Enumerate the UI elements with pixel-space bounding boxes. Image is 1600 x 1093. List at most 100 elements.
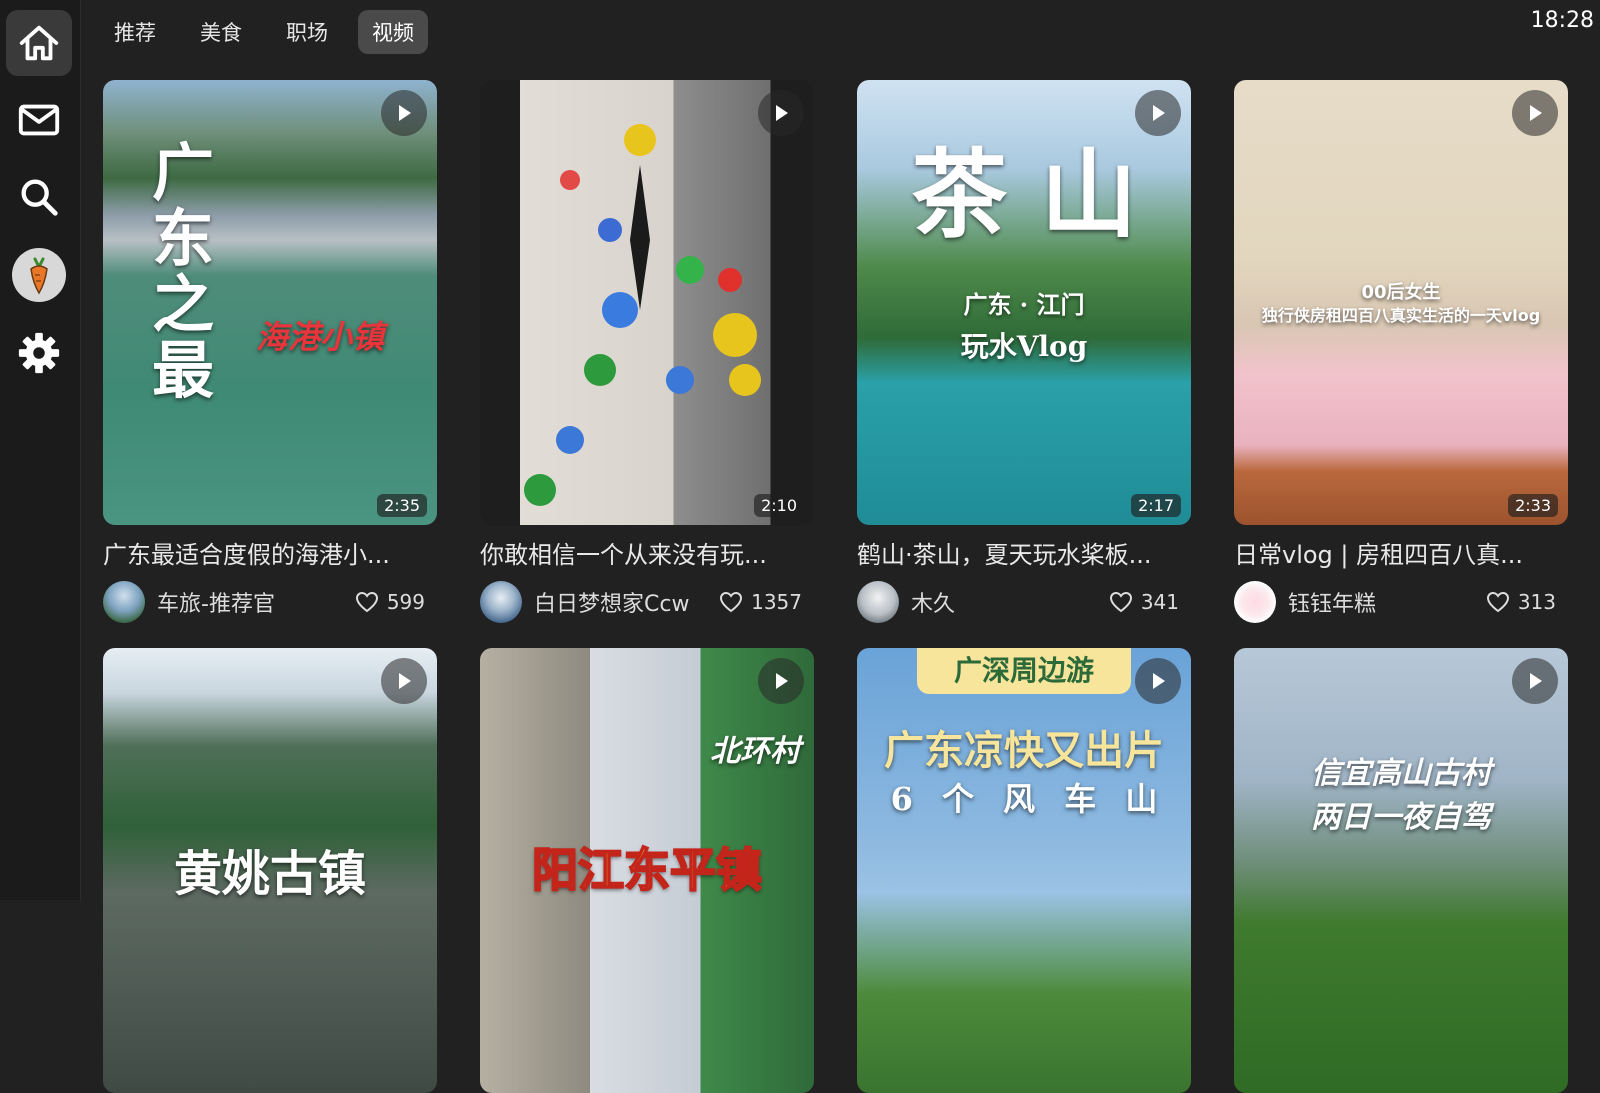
video-meta: 木久 341 — [857, 580, 1191, 624]
author-avatar[interactable] — [480, 581, 522, 623]
sidebar-item-mail[interactable] — [6, 87, 72, 153]
video-duration: 2:33 — [1508, 494, 1558, 517]
sidebar-item-profile[interactable] — [6, 242, 72, 308]
thumbnail-overlay-subtext: 独行侠房租四百八真实生活的一天vlog — [1261, 306, 1541, 325]
play-button[interactable] — [1135, 658, 1181, 704]
play-icon — [1153, 673, 1165, 689]
heart-icon — [1109, 591, 1132, 613]
video-title[interactable]: 日常vlog | 房租四百八真... — [1234, 535, 1568, 570]
sidebar-item-settings[interactable] — [6, 320, 72, 386]
video-thumbnail[interactable]: 00后女生 独行侠房租四百八真实生活的一天vlog 2:33 — [1234, 80, 1568, 525]
video-card[interactable]: 茶 山 广东 · 江门 玩水Vlog 2:17 鹤山·茶山，夏天玩水桨板... … — [857, 80, 1191, 624]
video-thumbnail[interactable]: 广深周边游 广东凉快又出片 6 个 风 车 山 — [857, 648, 1191, 1093]
search-icon — [21, 179, 58, 216]
video-thumbnail[interactable]: 黄姚古镇 — [103, 648, 437, 1093]
play-button[interactable] — [1512, 90, 1558, 136]
play-button[interactable] — [1135, 90, 1181, 136]
video-thumbnail[interactable]: 广东之最 海港小镇 2:35 — [103, 80, 437, 525]
video-title[interactable]: 广东最适合度假的海港小... — [103, 535, 437, 570]
heart-icon — [720, 591, 743, 613]
video-duration: 2:35 — [377, 494, 427, 517]
thumbnail-overlay-subtext: 两日一夜自驾 — [1311, 800, 1491, 835]
author-name[interactable]: 木久 — [911, 586, 1109, 618]
video-card[interactable]: 2:10 你敢相信一个从来没有玩... 白日梦想家Ccw 1357 — [480, 80, 814, 624]
video-card[interactable]: 黄姚古镇 — [103, 648, 437, 1093]
like-count-value: 1357 — [751, 590, 802, 614]
sidebar-item-home[interactable] — [6, 10, 72, 76]
gear-icon — [18, 332, 60, 374]
like-count[interactable]: 1357 — [719, 590, 802, 614]
author-avatar[interactable] — [857, 581, 899, 623]
play-icon — [399, 105, 411, 121]
heart-icon — [355, 591, 378, 613]
video-thumbnail[interactable]: 2:10 — [480, 80, 814, 525]
thumbnail-image — [857, 648, 1191, 1093]
climbing-holds — [524, 124, 761, 506]
carrot-icon — [30, 257, 48, 295]
play-icon — [1530, 673, 1542, 689]
thumbnail-overlay-text: 茶 山 — [911, 138, 1137, 251]
tab-video[interactable]: 视频 — [358, 10, 428, 54]
home-icon — [19, 25, 59, 61]
like-count[interactable]: 313 — [1486, 590, 1556, 614]
like-count-value: 341 — [1140, 590, 1179, 614]
video-card[interactable]: 信宜高山古村 两日一夜自驾 — [1234, 648, 1568, 1093]
video-meta: 白日梦想家Ccw 1357 — [480, 580, 814, 624]
tab-food[interactable]: 美食 — [186, 10, 256, 54]
video-meta: 车旅-推荐官 599 — [103, 580, 437, 624]
thumbnail-overlay-subtext: 广东 · 江门 — [963, 290, 1085, 319]
play-button[interactable] — [758, 90, 804, 136]
like-count[interactable]: 341 — [1109, 590, 1179, 614]
category-tabs: 推荐 美食 职场 视频 — [100, 10, 428, 54]
thumbnail-overlay-badge: 北环村 — [710, 734, 800, 769]
thumbnail-overlay-banner: 广深周边游 — [917, 648, 1131, 694]
play-button[interactable] — [758, 658, 804, 704]
video-title[interactable]: 你敢相信一个从来没有玩... — [480, 535, 814, 570]
thumbnail-overlay-text: 广东之最 — [151, 136, 214, 407]
heart-icon — [1486, 591, 1509, 613]
play-button[interactable] — [1512, 658, 1558, 704]
author-avatar[interactable] — [1234, 581, 1276, 623]
video-card[interactable]: 北环村 阳江东平镇 — [480, 648, 814, 1093]
video-duration: 2:10 — [754, 494, 804, 517]
tab-recommend[interactable]: 推荐 — [100, 10, 170, 54]
author-avatar[interactable] — [103, 581, 145, 623]
thumbnail-overlay-text: 阳江东平镇 — [531, 842, 763, 898]
video-thumbnail[interactable]: 茶 山 广东 · 江门 玩水Vlog 2:17 — [857, 80, 1191, 525]
thumbnail-overlay-subtext: 海港小镇 — [255, 318, 384, 356]
mail-icon — [18, 104, 60, 136]
status-clock: 18:28 — [1530, 8, 1594, 33]
video-title[interactable]: 鹤山·茶山，夏天玩水桨板... — [857, 535, 1191, 570]
video-card[interactable]: 00后女生 独行侠房租四百八真实生活的一天vlog 2:33 日常vlog | … — [1234, 80, 1568, 624]
play-icon — [1153, 105, 1165, 121]
author-name[interactable]: 车旅-推荐官 — [157, 586, 355, 618]
video-card[interactable]: 广东之最 海港小镇 2:35 广东最适合度假的海港小... 车旅-推荐官 599 — [103, 80, 437, 624]
sidebar — [0, 0, 81, 900]
play-button[interactable] — [381, 90, 427, 136]
author-name[interactable]: 白日梦想家Ccw — [534, 586, 719, 618]
tab-career[interactable]: 职场 — [272, 10, 342, 54]
video-thumbnail[interactable]: 信宜高山古村 两日一夜自驾 — [1234, 648, 1568, 1093]
thumbnail-overlay-subtext: 6 个 风 车 山 — [890, 780, 1158, 818]
thumbnail-overlay-caption: 玩水Vlog — [960, 330, 1088, 363]
sidebar-item-search[interactable] — [6, 164, 72, 230]
play-icon — [1530, 105, 1542, 121]
play-button[interactable] — [381, 658, 427, 704]
play-icon — [399, 673, 411, 689]
video-card[interactable]: 广深周边游 广东凉快又出片 6 个 风 车 山 — [857, 648, 1191, 1093]
like-count[interactable]: 599 — [355, 590, 425, 614]
author-name[interactable]: 钰钰年糕 — [1288, 586, 1486, 618]
video-meta: 钰钰年糕 313 — [1234, 580, 1568, 624]
thumbnail-overlay-text: 广东凉快又出片 — [884, 727, 1164, 774]
carrot-avatar — [12, 248, 66, 302]
play-icon — [776, 673, 788, 689]
video-duration: 2:17 — [1131, 494, 1181, 517]
thumbnail-overlay-text: 信宜高山古村 — [1311, 756, 1491, 791]
thumbnail-overlay-text: 00后女生 — [1361, 282, 1441, 303]
like-count-value: 313 — [1517, 590, 1556, 614]
play-icon — [776, 105, 788, 121]
like-count-value: 599 — [386, 590, 425, 614]
thumbnail-overlay-text: 黄姚古镇 — [173, 846, 366, 902]
video-thumbnail[interactable]: 北环村 阳江东平镇 — [480, 648, 814, 1093]
thumbnail-image — [1234, 648, 1568, 1093]
